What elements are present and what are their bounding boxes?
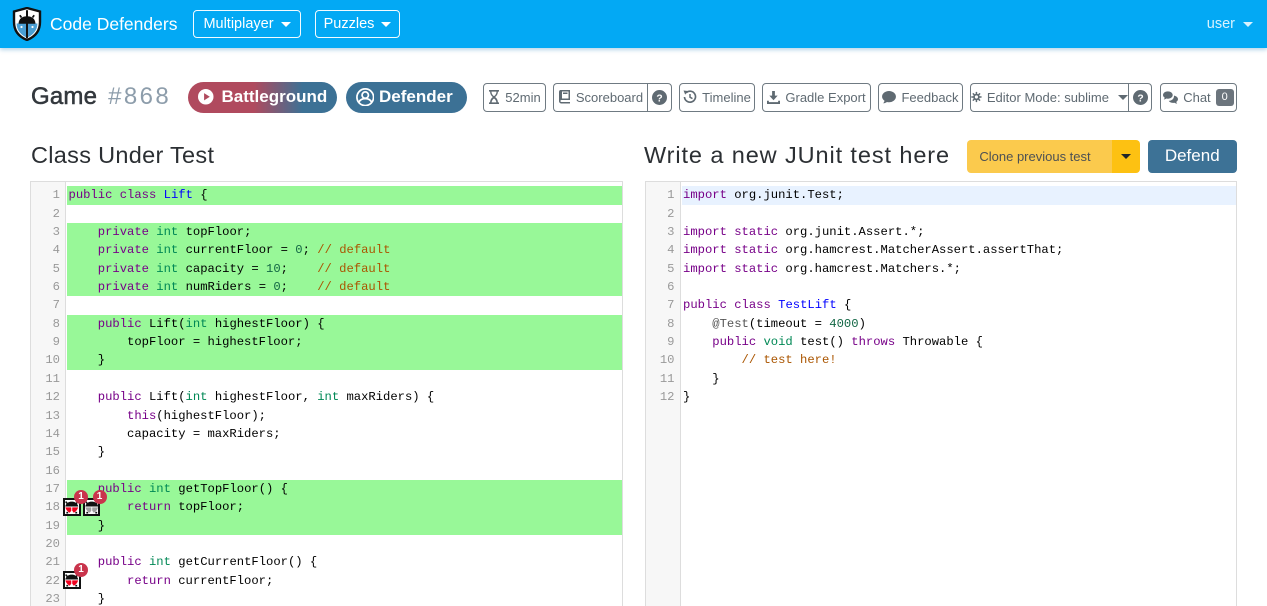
svg-text:?: ?: [1137, 93, 1143, 104]
svg-text:?: ?: [656, 93, 662, 104]
